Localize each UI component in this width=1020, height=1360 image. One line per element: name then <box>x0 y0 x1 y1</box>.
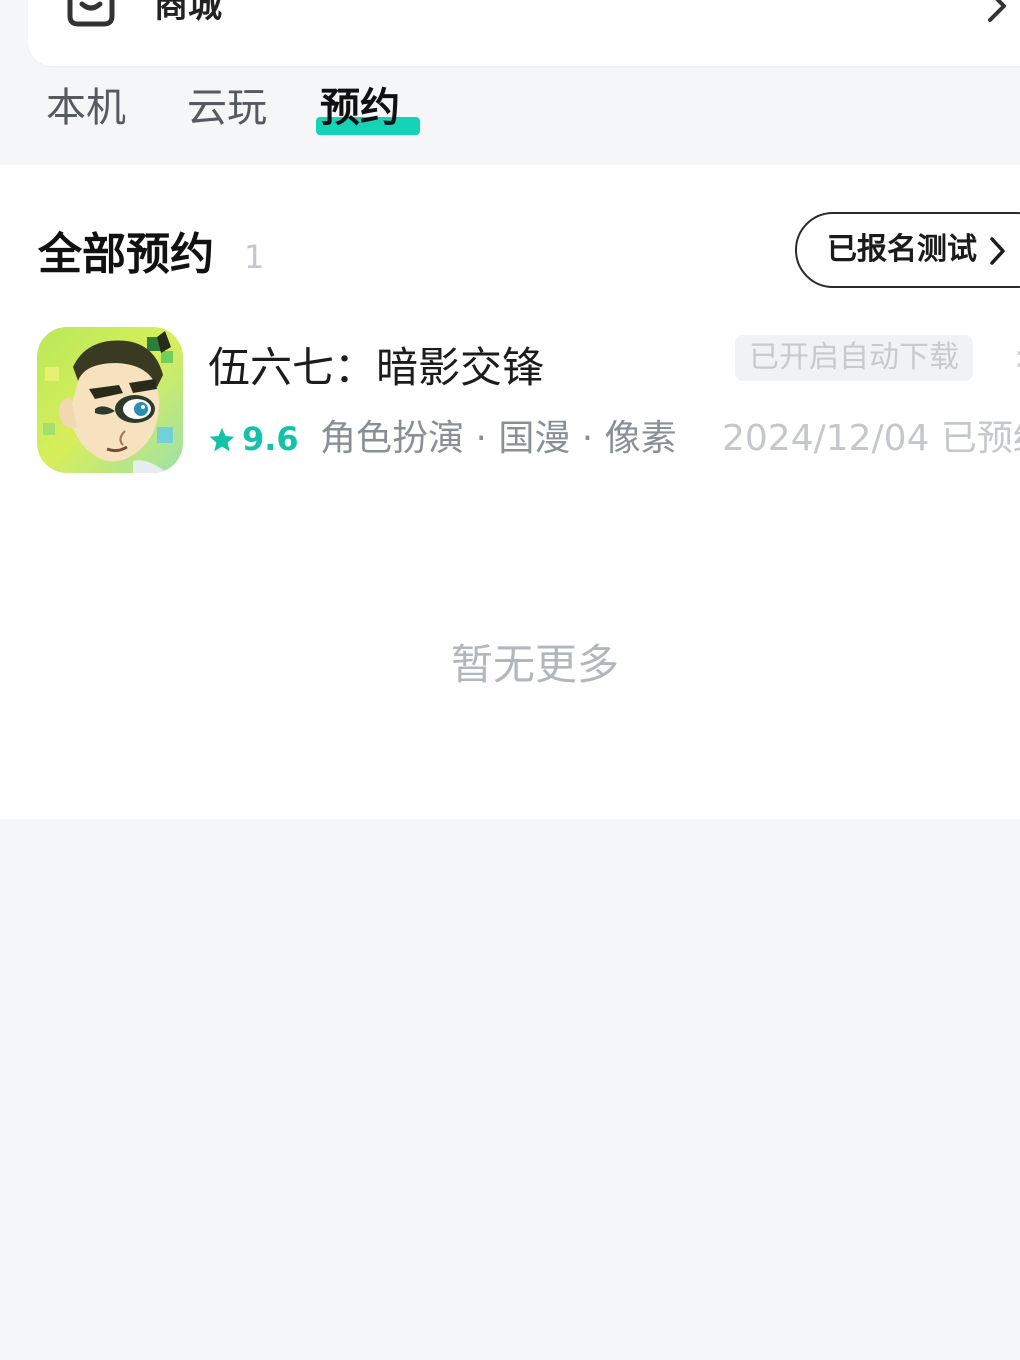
game-title[interactable]: 伍六七：暗影交锋 <box>208 341 544 395</box>
auto-download-overflow-glyph: : <box>1014 335 1020 381</box>
game-tags: 角色扮演 · 国漫 · 像素 <box>320 418 677 459</box>
star-icon <box>209 427 235 452</box>
section-count: 1 <box>244 238 265 276</box>
section-title: 全部预约 <box>38 229 214 280</box>
reservation-page: 商城 本机 云玩 预约 全部预约 1 已报名测试 伍六七：暗影交锋 9.6 角色… <box>0 0 1020 1360</box>
tab-local[interactable]: 本机 <box>46 80 126 136</box>
tab-cloud-play[interactable]: 云玩 <box>187 80 267 136</box>
registered-tests-button[interactable]: 已报名测试 <box>795 212 1020 288</box>
no-more-label: 暂无更多 <box>450 640 619 689</box>
list-item[interactable]: 伍六七：暗影交锋 9.6 角色扮演 · 国漫 · 像素 已开启自动下载 : 20… <box>0 325 1020 479</box>
shop-bag-icon <box>67 0 115 27</box>
reserve-status: 2024/12/04 已预约 <box>722 418 1020 459</box>
auto-download-badge[interactable]: 已开启自动下载 <box>735 335 973 381</box>
chevron-right-icon[interactable] <box>984 0 1010 22</box>
mall-label[interactable]: 商城 <box>154 0 222 26</box>
chevron-right-icon <box>990 237 1005 265</box>
game-rating: 9.6 <box>242 420 299 458</box>
reservation-list-panel: 全部预约 1 已报名测试 伍六七：暗影交锋 9.6 角色扮演 · 国漫 · 像素… <box>0 165 1020 819</box>
registered-tests-label: 已报名测试 <box>827 232 977 267</box>
tab-reservations[interactable]: 预约 <box>320 80 400 136</box>
game-avatar-icon[interactable] <box>37 327 183 473</box>
